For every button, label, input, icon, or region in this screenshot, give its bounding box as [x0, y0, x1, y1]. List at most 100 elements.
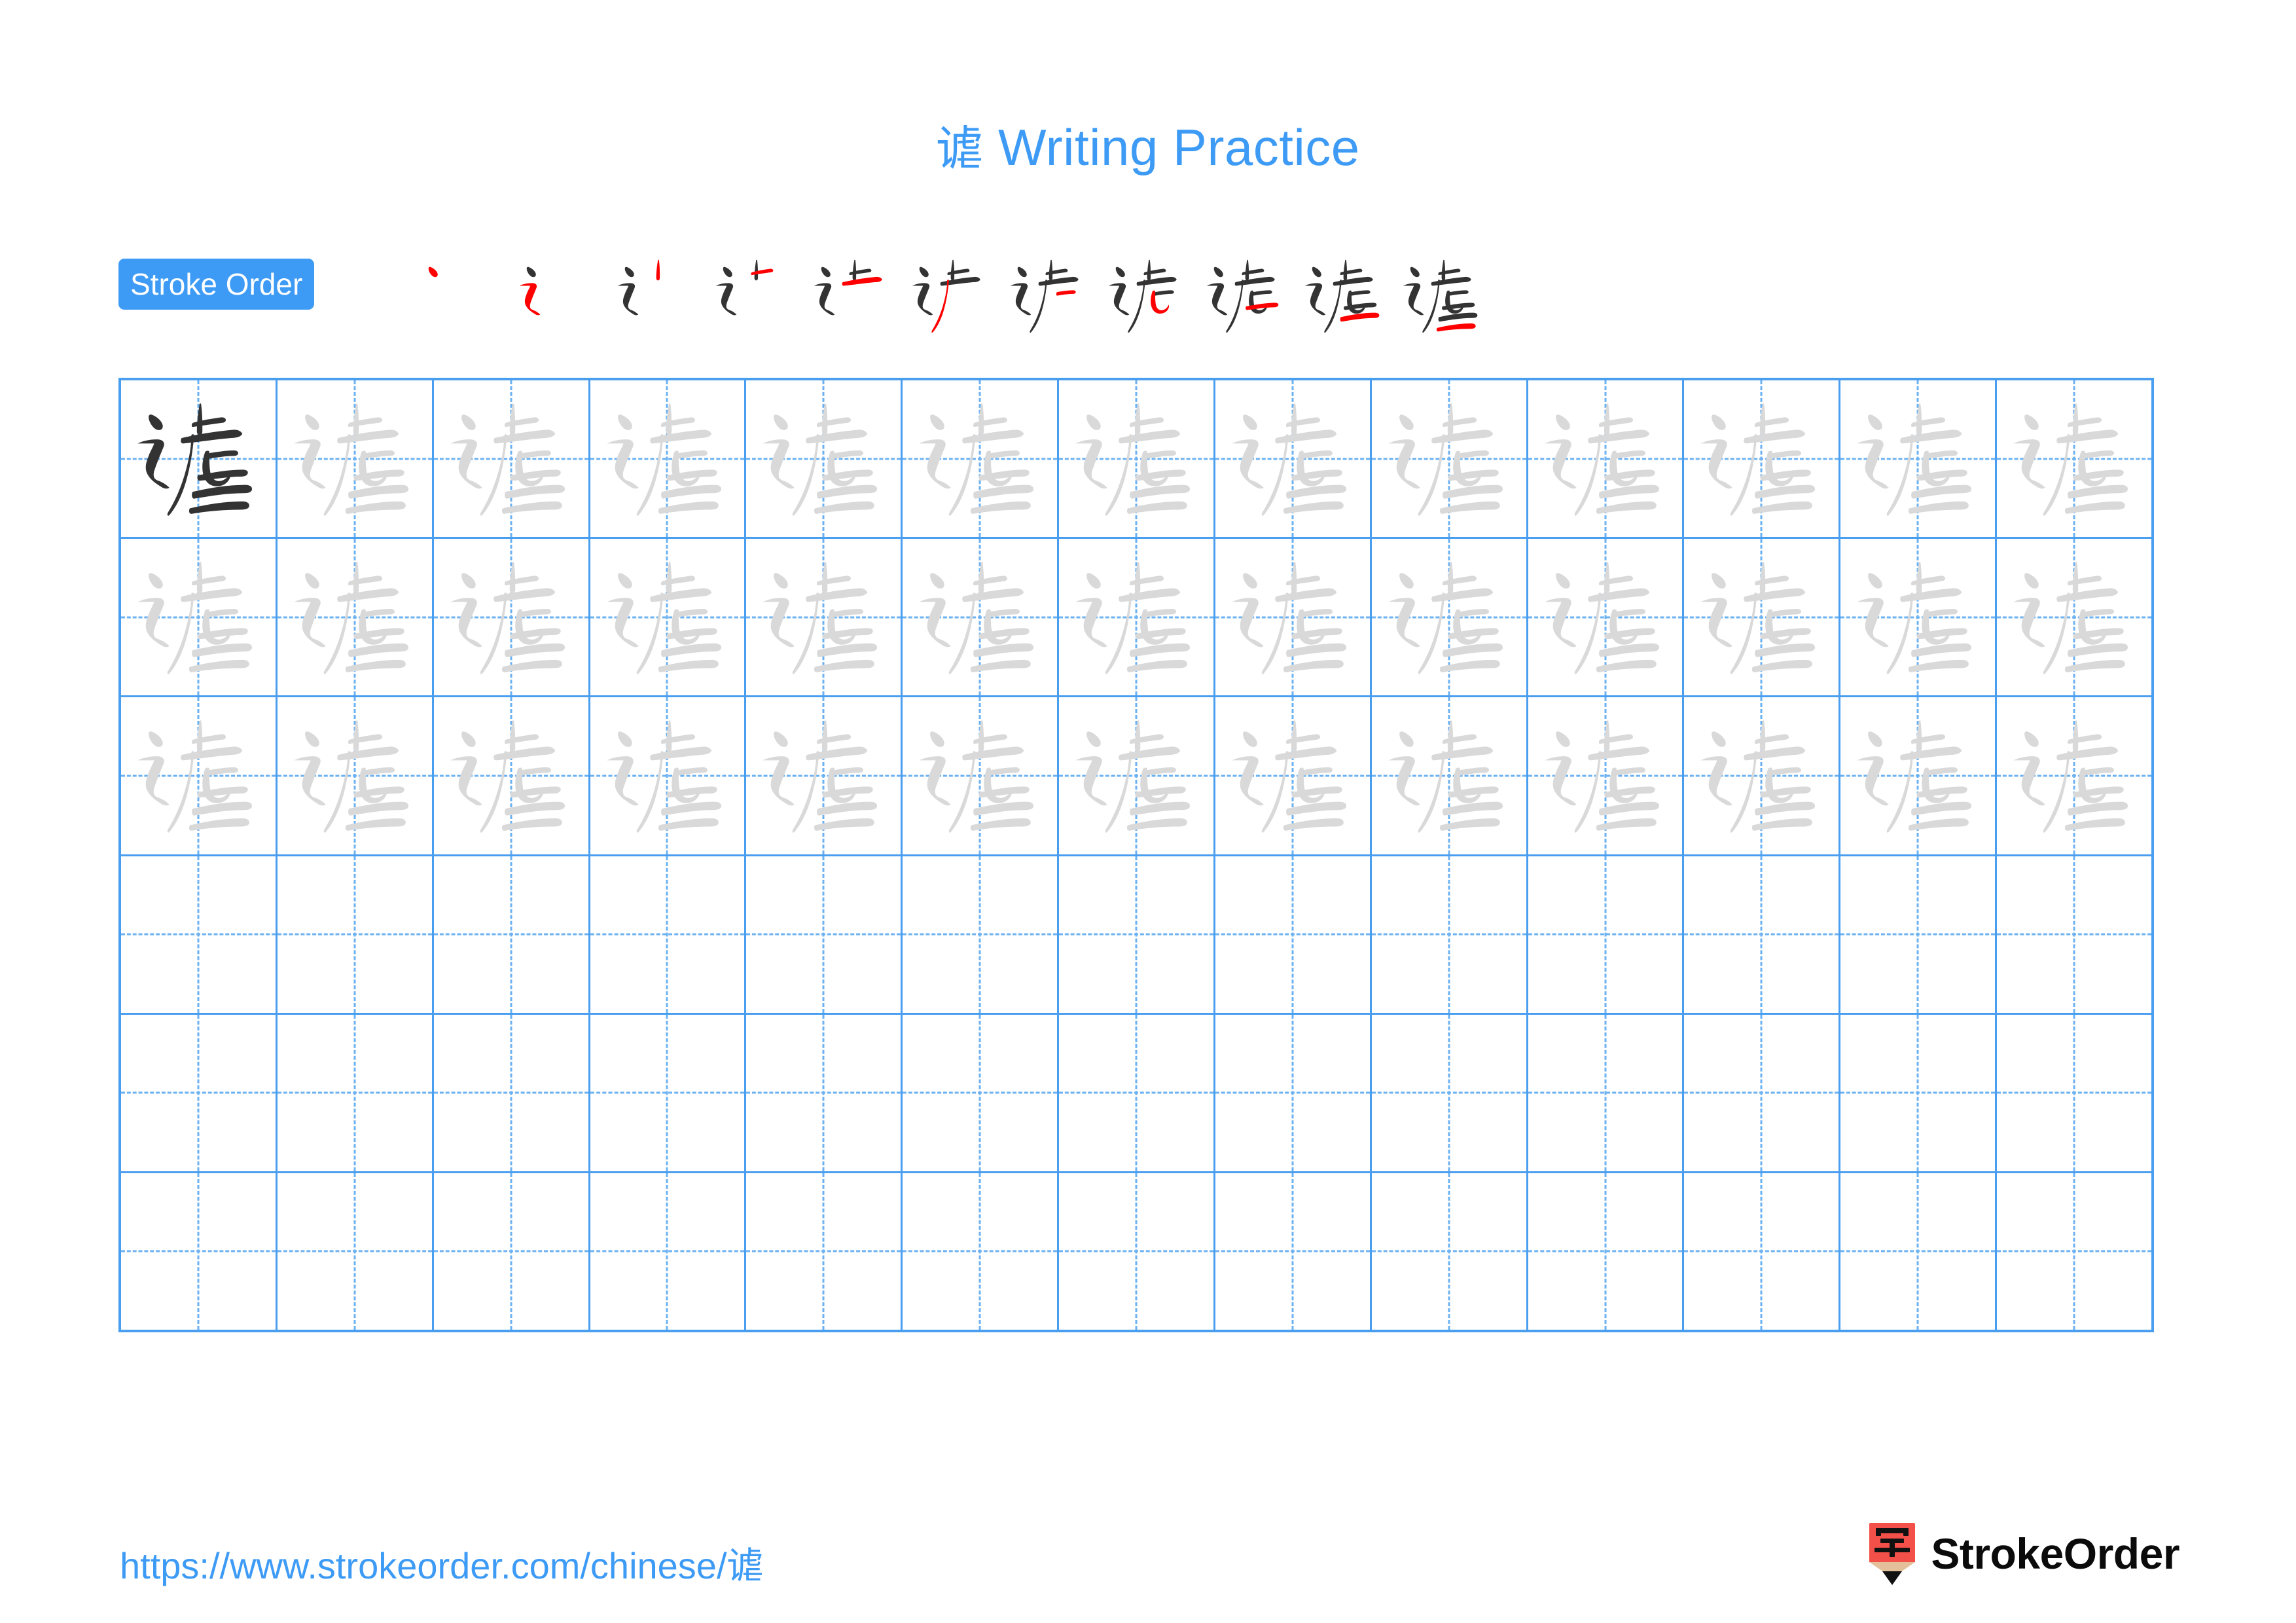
grid-cell[interactable]: [121, 539, 278, 696]
grid-cell[interactable]: [1059, 856, 1215, 1013]
grid-cell[interactable]: [278, 697, 434, 854]
grid-cell[interactable]: [1997, 1173, 2151, 1330]
grid-cell[interactable]: [1372, 856, 1528, 1013]
grid-cell[interactable]: [434, 539, 590, 696]
grid-cell[interactable]: [278, 1014, 434, 1171]
grid-cell[interactable]: [1215, 697, 1372, 854]
stroke-step-10: [1295, 255, 1393, 340]
grid-cell[interactable]: [1684, 1173, 1841, 1330]
grid-cell[interactable]: [903, 697, 1060, 854]
grid-cell[interactable]: [434, 1173, 590, 1330]
grid-cell[interactable]: [746, 697, 903, 854]
character-glyph: [121, 380, 276, 537]
grid-cell[interactable]: [590, 1173, 747, 1330]
character-glyph: [121, 539, 276, 695]
character-glyph: [590, 697, 745, 854]
grid-cell[interactable]: [590, 856, 747, 1013]
grid-cell[interactable]: [903, 1014, 1060, 1171]
grid-cell[interactable]: [434, 1014, 590, 1171]
grid-cell[interactable]: [1840, 1173, 1998, 1330]
grid-cell[interactable]: [121, 1014, 278, 1171]
grid-cell[interactable]: [1372, 1173, 1528, 1330]
grid-cell[interactable]: [1684, 539, 1841, 696]
grid-cell[interactable]: [1528, 856, 1685, 1013]
character-glyph: [1059, 380, 1213, 537]
grid-cell[interactable]: [278, 380, 434, 538]
grid-cell[interactable]: [1059, 539, 1215, 696]
stroke-step-2: [510, 255, 608, 340]
grid-cell[interactable]: [278, 856, 434, 1013]
grid-row: [121, 856, 2151, 1015]
grid-cell[interactable]: [746, 1014, 903, 1171]
grid-cell[interactable]: [1372, 697, 1528, 854]
footer-url[interactable]: https://www.strokeorder.com/chinese/谑: [120, 1537, 764, 1590]
grid-cell[interactable]: [1684, 1014, 1841, 1171]
grid-cell[interactable]: [1528, 697, 1685, 854]
grid-cell[interactable]: [1528, 1173, 1685, 1330]
grid-cell[interactable]: [1215, 380, 1372, 538]
grid-cell[interactable]: [1997, 1015, 2151, 1171]
grid-cell[interactable]: [1840, 856, 1998, 1013]
character-glyph: [1215, 697, 1370, 854]
grid-cell[interactable]: [1528, 1014, 1685, 1171]
grid-cell[interactable]: [746, 380, 903, 538]
practice-grid: [118, 378, 2154, 1332]
grid-cell[interactable]: [590, 1014, 747, 1171]
grid-cell[interactable]: [1997, 380, 2151, 537]
grid-cell[interactable]: [1840, 380, 1998, 538]
grid-cell[interactable]: [1840, 1014, 1998, 1171]
character-glyph: [1528, 380, 1683, 537]
grid-row: [121, 1014, 2151, 1173]
grid-cell[interactable]: [1997, 539, 2151, 695]
grid-cell[interactable]: [1372, 380, 1528, 538]
grid-cell[interactable]: [121, 856, 278, 1013]
grid-cell[interactable]: [590, 380, 747, 538]
page-title-suffix: Writing Practice: [983, 119, 1360, 176]
grid-cell[interactable]: [1997, 697, 2151, 854]
grid-cell[interactable]: [1997, 856, 2151, 1013]
grid-cell[interactable]: [746, 1173, 903, 1330]
grid-cell[interactable]: [1840, 697, 1998, 854]
character-glyph: [1372, 539, 1526, 695]
grid-cell[interactable]: [434, 380, 590, 538]
stroke-step-1: [412, 255, 510, 340]
grid-cell[interactable]: [1372, 1014, 1528, 1171]
grid-cell[interactable]: [590, 539, 747, 696]
grid-cell[interactable]: [903, 539, 1060, 696]
character-glyph: [1059, 697, 1213, 854]
grid-cell[interactable]: [1215, 1173, 1372, 1330]
grid-cell[interactable]: [1684, 697, 1841, 854]
character-glyph: [434, 380, 588, 537]
grid-cell[interactable]: [1059, 1173, 1215, 1330]
page-title: 谑 Writing Practice: [0, 110, 2296, 179]
grid-cell[interactable]: [121, 1173, 278, 1330]
grid-cell[interactable]: [121, 380, 278, 538]
grid-cell[interactable]: [1059, 380, 1215, 538]
grid-cell[interactable]: [1840, 539, 1998, 696]
grid-cell[interactable]: [1528, 380, 1685, 538]
grid-cell[interactable]: [746, 539, 903, 696]
grid-cell[interactable]: [903, 380, 1060, 538]
grid-cell[interactable]: [1528, 539, 1685, 696]
grid-cell[interactable]: [903, 856, 1060, 1013]
grid-cell[interactable]: [278, 1173, 434, 1330]
grid-cell[interactable]: [434, 697, 590, 854]
grid-cell[interactable]: [1684, 380, 1841, 538]
grid-cell[interactable]: [1215, 856, 1372, 1013]
grid-cell[interactable]: [434, 856, 590, 1013]
grid-cell[interactable]: [1215, 1014, 1372, 1171]
grid-cell[interactable]: [1372, 539, 1528, 696]
stroke-step-4: [706, 255, 804, 340]
grid-cell[interactable]: [746, 856, 903, 1013]
grid-cell[interactable]: [590, 697, 747, 854]
grid-row: [121, 380, 2151, 539]
stroke-step-7: [1001, 255, 1099, 340]
grid-cell[interactable]: [1684, 856, 1841, 1013]
grid-cell[interactable]: [1215, 539, 1372, 696]
grid-cell[interactable]: [1059, 1014, 1215, 1171]
grid-cell[interactable]: [1059, 697, 1215, 854]
grid-cell[interactable]: [121, 697, 278, 854]
grid-cell[interactable]: [903, 1173, 1060, 1330]
grid-cell[interactable]: [278, 539, 434, 696]
page-title-character: 谑: [936, 121, 984, 176]
